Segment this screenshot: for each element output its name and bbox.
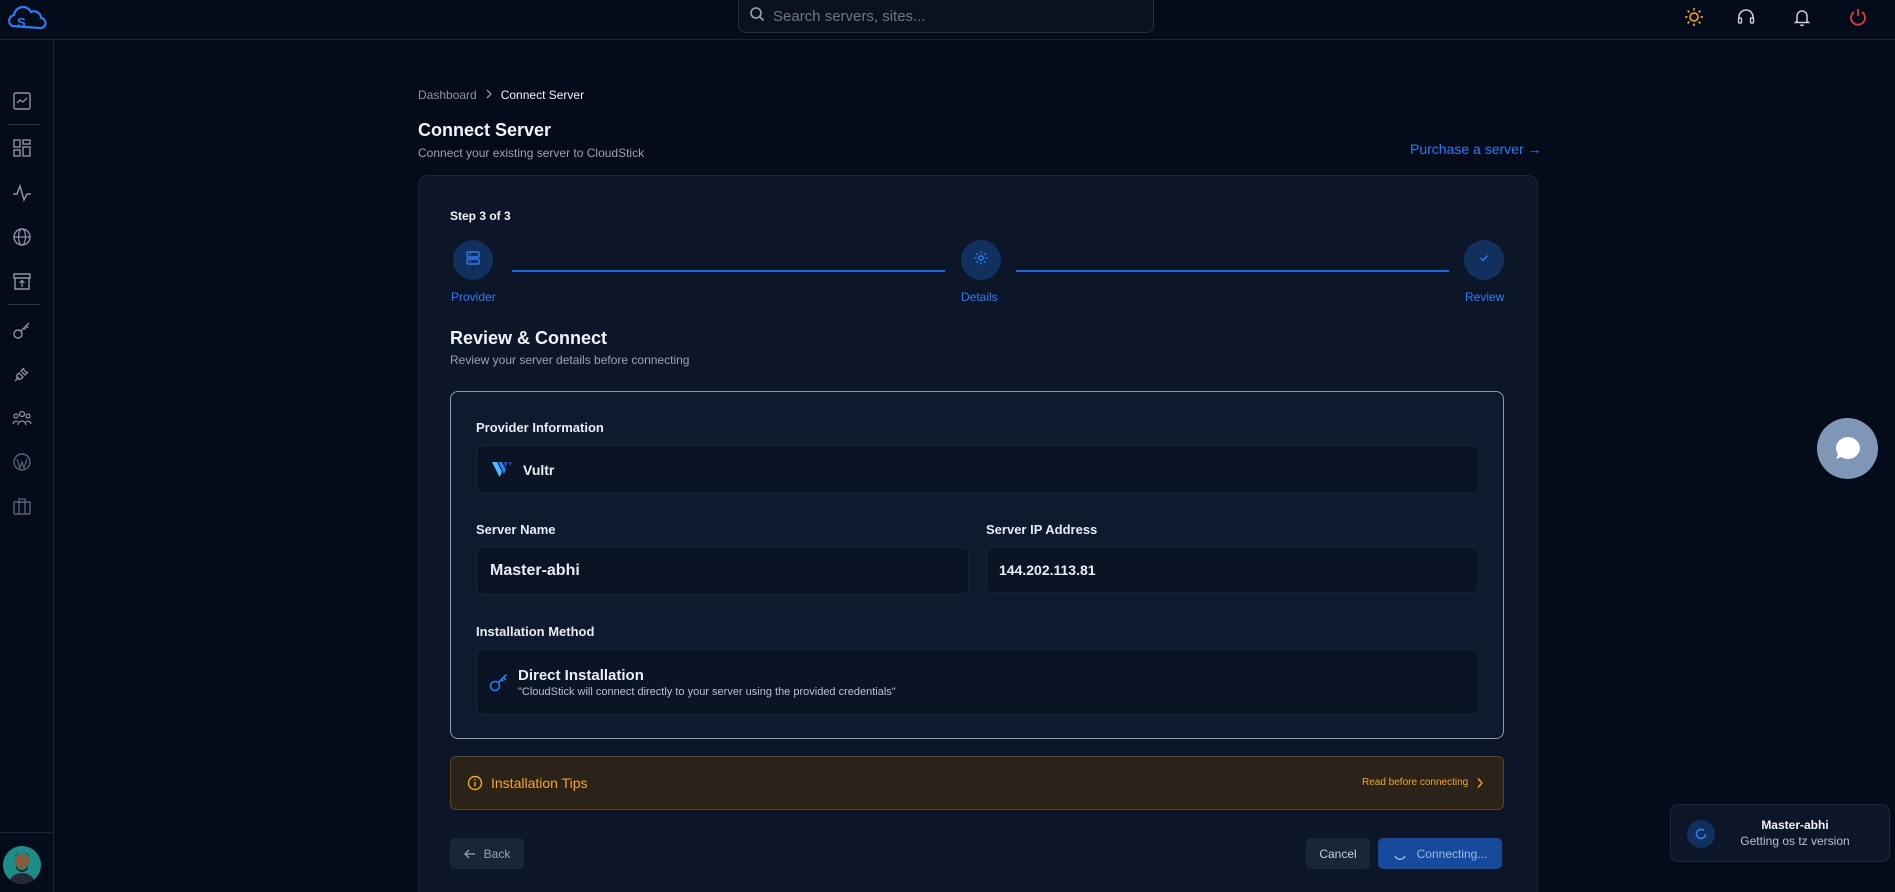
step-connector: [512, 270, 945, 272]
install-method-desc: "CloudStick will connect directly to you…: [518, 685, 896, 698]
sidebar-divider: [8, 124, 40, 125]
search-input[interactable]: [773, 7, 1133, 25]
sidebar-divider: [8, 304, 40, 305]
back-label: Back: [483, 846, 511, 861]
provider-field: Vultr: [476, 445, 1479, 494]
page-subtitle: Connect your existing server to CloudSti…: [418, 146, 645, 160]
provider-name: Vultr: [523, 461, 555, 478]
server-name-label: Server Name: [476, 522, 556, 537]
read-before-connecting-link[interactable]: Read before connecting: [1362, 777, 1468, 788]
chevron-right-icon: [1476, 777, 1484, 789]
cancel-button[interactable]: Cancel: [1306, 838, 1370, 869]
cloudstick-logo[interactable]: S: [4, 4, 48, 34]
sun-icon[interactable]: [1681, 4, 1707, 30]
step-label-details: Details: [961, 290, 998, 304]
installation-tips-title: Installation Tips: [491, 775, 588, 791]
server-ip-field: 144.202.113.81: [986, 547, 1479, 593]
key-icon: [488, 671, 510, 693]
bell-icon[interactable]: [1789, 4, 1815, 30]
server-name-value: Master-abhi: [490, 562, 580, 579]
breadcrumb-current: Connect Server: [500, 88, 585, 102]
chat-widget-button[interactable]: [1817, 418, 1878, 479]
install-method-label: Installation Method: [476, 624, 595, 639]
step-label-review: Review: [1465, 290, 1505, 304]
power-icon[interactable]: [1845, 4, 1871, 30]
install-method-field: Direct Installation "CloudStick will con…: [476, 649, 1479, 715]
sidebar-bottom-divider: [0, 832, 54, 833]
toast-title: Master-abhi: [1761, 818, 1829, 832]
review-title: Review & Connect: [450, 328, 608, 348]
store-upload-icon[interactable]: [9, 268, 35, 294]
vultr-logo-icon: [491, 461, 513, 479]
search-icon: [749, 6, 765, 27]
info-icon: [467, 775, 483, 791]
wordpress-icon[interactable]: [9, 449, 35, 475]
step-provider[interactable]: [453, 240, 493, 280]
server-icon: [465, 250, 481, 271]
review-subtitle: Review your server details before connec…: [450, 353, 690, 367]
server-name-field: Master-abhi: [476, 547, 969, 595]
step-connector: [1016, 270, 1449, 272]
key-icon[interactable]: [9, 317, 35, 343]
top-bar: S: [0, 0, 1895, 40]
sidebar: [0, 40, 54, 892]
svg-text:S: S: [17, 15, 26, 30]
purchase-server-link[interactable]: Purchase a server →: [1410, 141, 1542, 157]
install-method-title: Direct Installation: [518, 666, 644, 684]
chat-bubble-icon: [1833, 434, 1863, 464]
search-bar[interactable]: [738, 0, 1154, 33]
gear-icon: [973, 250, 989, 271]
server-stats-icon[interactable]: [9, 88, 35, 114]
globe-icon[interactable]: [9, 224, 35, 250]
check-icon: [1478, 251, 1490, 269]
headset-icon[interactable]: [1733, 4, 1759, 30]
spinner-icon: [1393, 847, 1407, 861]
breadcrumb: Dashboard Connect Server: [418, 88, 584, 102]
toast-spinner-icon: [1687, 820, 1715, 848]
briefcase-icon[interactable]: [9, 493, 35, 519]
step-details[interactable]: [961, 240, 1001, 280]
connect-label: Connecting...: [1416, 846, 1488, 861]
chevron-right-icon: [485, 88, 493, 102]
team-icon[interactable]: [9, 405, 35, 431]
toast-message: Getting os tz version: [1740, 834, 1850, 848]
activity-icon[interactable]: [9, 180, 35, 206]
install-method-text: Direct Installation "CloudStick will con…: [518, 667, 896, 698]
step-label-provider: Provider: [451, 290, 496, 304]
avatar[interactable]: [3, 846, 41, 884]
breadcrumb-dashboard[interactable]: Dashboard: [418, 88, 477, 102]
connect-button[interactable]: Connecting...: [1378, 838, 1502, 869]
dashboard-grid-icon[interactable]: [9, 135, 35, 161]
page-title: Connect Server: [418, 120, 552, 140]
step-indicator: Step 3 of 3: [450, 209, 511, 223]
back-button[interactable]: Back: [450, 838, 524, 869]
arrow-left-icon: [463, 849, 476, 859]
step-review[interactable]: [1464, 240, 1504, 280]
server-ip-label: Server IP Address: [986, 522, 1098, 537]
plug-icon[interactable]: [9, 361, 35, 387]
server-ip-value: 144.202.113.81: [999, 562, 1096, 578]
installation-tips-banner[interactable]: [450, 756, 1504, 810]
provider-label: Provider Information: [476, 420, 604, 435]
